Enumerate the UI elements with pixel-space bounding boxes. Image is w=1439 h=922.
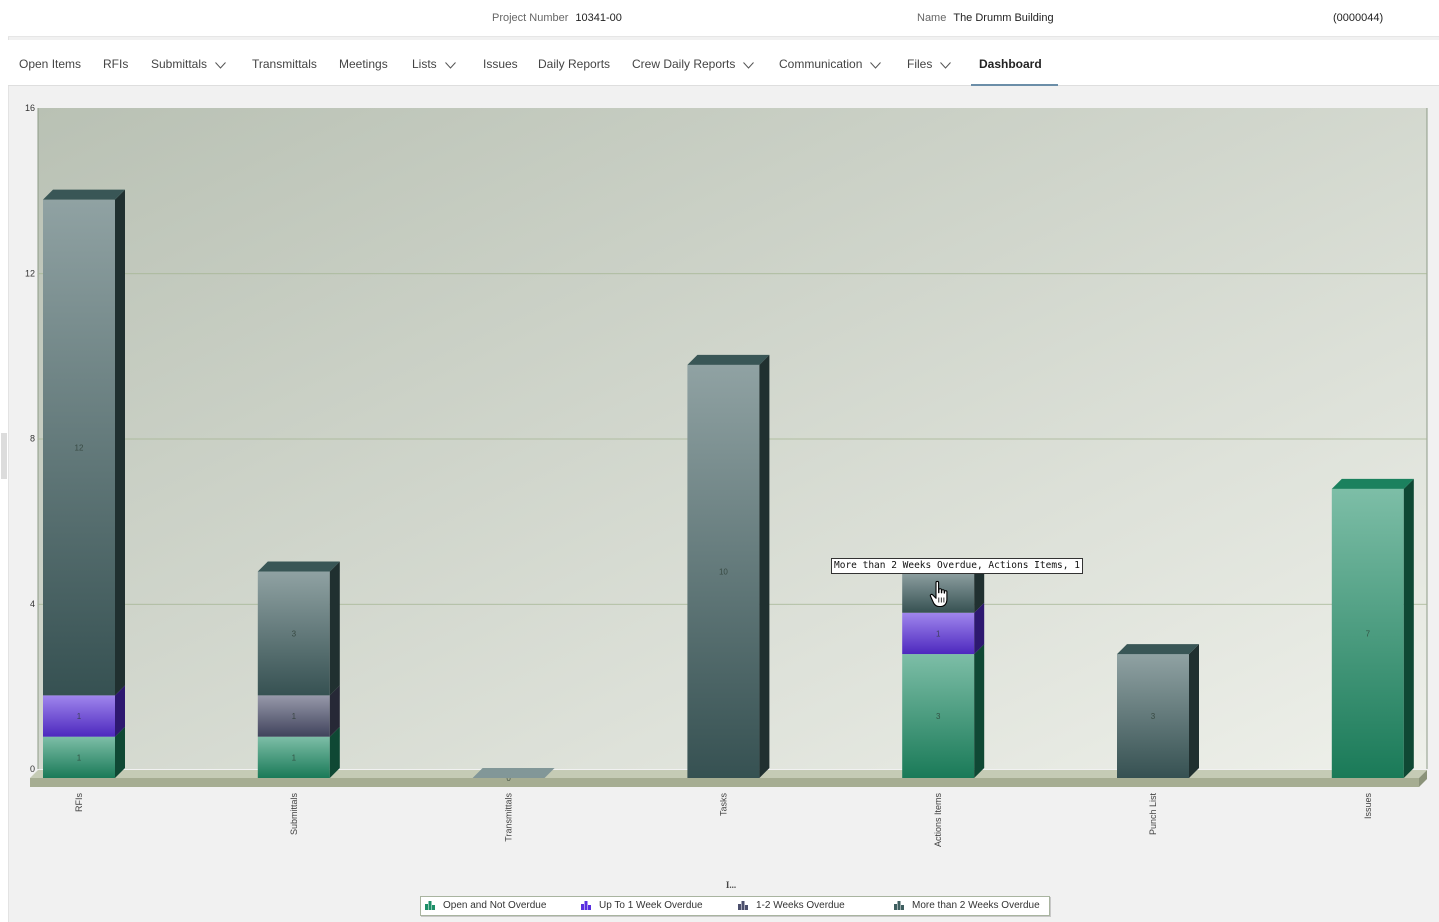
bar-top	[472, 768, 555, 778]
tab-rfis[interactable]: RFIs	[103, 40, 128, 85]
x-tick-label: Transmittals	[504, 793, 514, 842]
bar-group: 1 1 3	[257, 561, 340, 778]
bar-side	[329, 561, 340, 696]
project-number-field: Project Number 10341-00	[492, 12, 622, 24]
bar-side	[974, 644, 985, 778]
y-tick-label: 0	[30, 764, 35, 774]
tab-dashboard[interactable]: Dashboard	[971, 40, 1058, 86]
y-tick-label: 12	[25, 268, 35, 278]
main-nav: Open Items RFIs Submittals Transmittals …	[8, 40, 1439, 86]
bar-value-label: 10	[719, 567, 728, 576]
tab-crew-daily-reports[interactable]: Crew Daily Reports	[632, 40, 755, 85]
legend-swatch-up-to-1-week	[581, 899, 591, 911]
bar-side	[115, 189, 125, 696]
x-tick-label: Actions Items	[933, 793, 943, 848]
bar-value-label: 1	[292, 712, 297, 721]
y-tick-label: 4	[30, 599, 35, 609]
x-axis-label: I...	[726, 880, 736, 890]
bar-group: 7	[1331, 478, 1414, 778]
legend-item-more-than-2-weeks: More than 2 Weeks Overdue	[894, 897, 1040, 915]
tab-communication[interactable]: Communication	[779, 40, 882, 85]
x-tick-label: Tasks	[718, 793, 728, 817]
bar-value-label: 3	[292, 629, 297, 638]
bar-value-label: 1	[77, 712, 82, 721]
bar-side	[759, 354, 770, 778]
bar-top	[687, 354, 770, 365]
chevron-down-icon	[870, 41, 882, 89]
x-tick-label: Issues	[1363, 793, 1373, 820]
bar-value-label: 1	[936, 629, 941, 638]
legend-swatch-more-than-2-weeks	[894, 899, 904, 911]
project-code: (0000044)	[1333, 12, 1384, 24]
x-tick-label: RFIs	[74, 793, 84, 812]
chevron-down-icon	[444, 41, 456, 89]
hand-cursor-icon	[929, 580, 953, 615]
sidebar-collapse-handle[interactable]	[1, 433, 7, 479]
legend-swatch-1-2-weeks	[738, 899, 748, 911]
tab-files[interactable]: Files	[907, 40, 952, 85]
legend-item-up-to-1-week: Up To 1 Week Overdue	[581, 897, 703, 915]
x-tick-label: Punch List	[1148, 793, 1158, 836]
bar-value-label: 7	[1366, 629, 1371, 638]
project-name-field: Name The Drumm Building	[917, 12, 1054, 24]
bar-top	[1117, 644, 1199, 655]
chart-legend: Open and Not Overdue Up To 1 Week Overdu…	[420, 896, 1050, 916]
project-name-label: Name	[917, 12, 947, 24]
project-number-value: 10341-00	[575, 12, 622, 24]
bar-value-label: 12	[75, 444, 84, 453]
chevron-down-icon	[743, 41, 755, 89]
bar-top	[1331, 478, 1414, 489]
bar-value-label: 3	[1151, 712, 1156, 721]
bar-side	[1189, 644, 1199, 778]
tab-daily-reports[interactable]: Daily Reports	[538, 40, 610, 85]
bar-group: 3	[1117, 644, 1199, 778]
bar-value-label: 1	[77, 753, 82, 762]
tab-issues[interactable]: Issues	[483, 40, 518, 85]
chevron-down-icon	[215, 41, 226, 89]
tab-transmittals[interactable]: Transmittals	[252, 40, 317, 85]
project-header: Project Number 10341-00 Name The Drumm Bui…	[8, 0, 1439, 37]
y-tick-label: 8	[30, 434, 35, 444]
chevron-down-icon	[940, 41, 952, 89]
legend-item-open: Open and Not Overdue	[425, 897, 546, 915]
y-tick-label: 16	[25, 103, 35, 113]
project-name-value: The Drumm Building	[953, 12, 1054, 24]
tab-open-items[interactable]: Open Items	[19, 40, 81, 85]
overdue-items-chart: 04812161112RFIs113Submittals0Transmittal…	[25, 103, 1428, 890]
legend-item-1-2-weeks: 1-2 Weeks Overdue	[738, 897, 845, 915]
bar-value-label: 3	[936, 712, 941, 721]
bar-group: 1 1 12	[43, 189, 125, 778]
tab-lists[interactable]: Lists	[412, 40, 456, 85]
legend-swatch-open	[425, 899, 435, 911]
bar-value-label: 1	[292, 753, 297, 762]
plot-floor-front	[30, 778, 1419, 787]
chart-tooltip: More than 2 Weeks Overdue, Actions Items…	[831, 558, 1083, 574]
project-number-label: Project Number	[492, 12, 569, 24]
x-tick-label: Submittals	[289, 793, 299, 836]
bar-top	[257, 561, 340, 572]
bar-side	[1403, 478, 1414, 778]
tab-submittals[interactable]: Submittals	[151, 40, 226, 85]
bar-group: 10	[687, 354, 770, 778]
tab-meetings[interactable]: Meetings	[339, 40, 388, 85]
bar-top	[43, 189, 125, 200]
